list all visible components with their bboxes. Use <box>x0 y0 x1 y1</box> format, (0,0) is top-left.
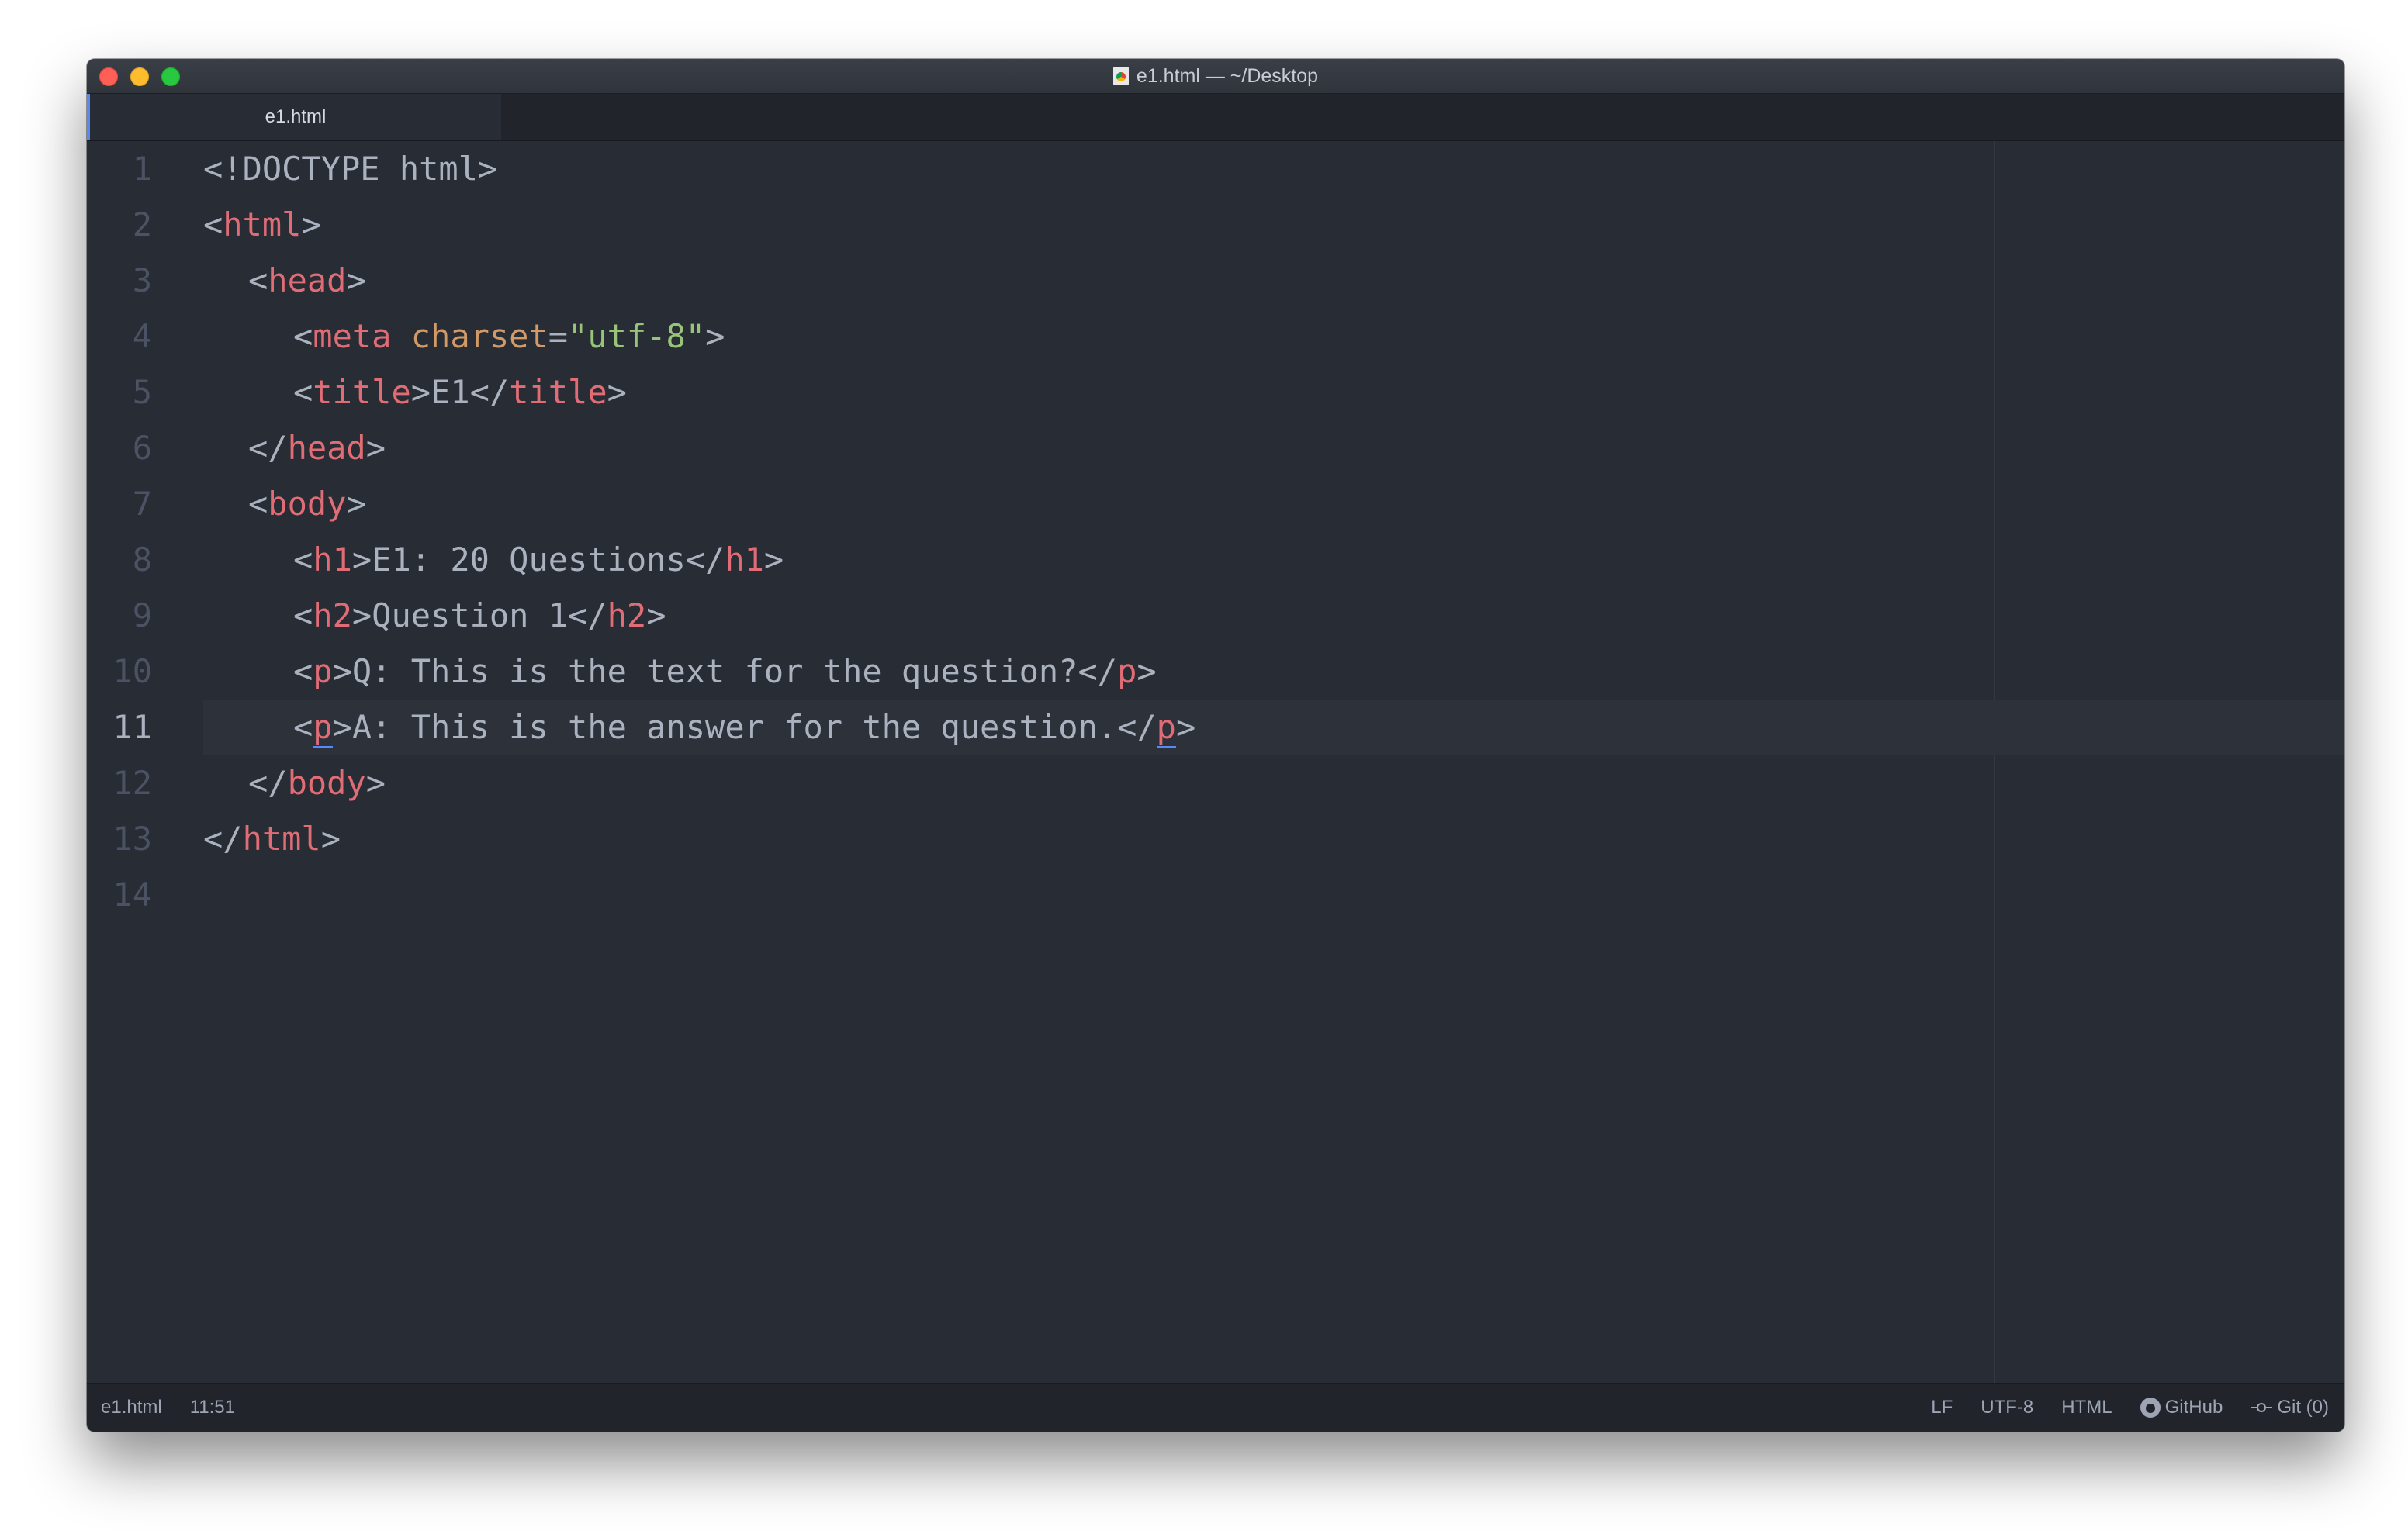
status-file-name[interactable]: e1.html <box>101 1397 162 1418</box>
line-number: 10 <box>112 652 152 690</box>
html-file-icon <box>1112 67 1129 85</box>
code-text: </body> <box>248 764 386 802</box>
code-line[interactable]: 2 <html> <box>87 197 2344 253</box>
code-line[interactable]: 1 <!DOCTYPE html> <box>87 141 2344 197</box>
code-text: <body> <box>248 485 366 523</box>
tab-label: e1.html <box>265 106 327 127</box>
line-number: 4 <box>132 317 152 355</box>
line-number: 11 <box>112 708 152 746</box>
window-title: e1.html — ~/Desktop <box>87 59 2344 93</box>
code-line[interactable]: 3 <head> <box>87 253 2344 309</box>
title-bar: e1.html — ~/Desktop <box>87 59 2344 94</box>
code-line[interactable]: 13 </html> <box>87 811 2344 867</box>
line-number: 14 <box>112 876 152 914</box>
code-text: <meta charset="utf-8"> <box>293 317 725 355</box>
tab-e1-html[interactable]: e1.html <box>87 94 501 140</box>
code-text: <p>A: This is the answer for the questio… <box>293 708 1196 748</box>
code-text: <head> <box>248 261 366 299</box>
editor-window: e1.html — ~/Desktop e1.html 1 <!DOCTYPE … <box>87 59 2344 1432</box>
code-line-current[interactable]: 11 <p>A: This is the answer for the ques… <box>112 700 2344 755</box>
code-text: <p>Q: This is the text for the question?… <box>293 652 1157 690</box>
code-line[interactable]: 9 <h2>Question 1</h2> <box>87 588 2344 644</box>
github-label: GitHub <box>2164 1397 2223 1418</box>
code-text: <title>E1</title> <box>293 373 627 411</box>
matching-tag-highlight: p <box>1156 708 1176 748</box>
git-button[interactable]: Git (0) <box>2251 1397 2329 1418</box>
git-label: Git (0) <box>2277 1397 2329 1418</box>
code-line[interactable]: 5 <title>E1</title> <box>87 364 2344 420</box>
line-number: 1 <box>132 150 152 188</box>
status-grammar[interactable]: HTML <box>2061 1397 2112 1418</box>
code-line[interactable]: 8 <h1>E1: 20 Questions</h1> <box>87 532 2344 588</box>
code-line[interactable]: 6 </head> <box>87 420 2344 476</box>
git-commit-icon <box>2251 1402 2273 1413</box>
window-title-text: e1.html — ~/Desktop <box>1136 64 1319 87</box>
line-number: 6 <box>132 429 152 467</box>
status-line-ending[interactable]: LF <box>1931 1397 1953 1418</box>
code-editor[interactable]: 1 <!DOCTYPE html> 2 <html> 3 <head> 4 <m… <box>87 141 2344 1384</box>
line-number: 2 <box>132 206 152 244</box>
code-text: <html> <box>203 206 321 244</box>
line-number: 3 <box>132 261 152 299</box>
code-text: </html> <box>203 820 341 858</box>
line-number: 9 <box>132 596 152 634</box>
code-line[interactable]: 12 </body> <box>87 755 2344 811</box>
matching-tag-highlight: p <box>313 708 333 748</box>
code-text: </head> <box>248 429 386 467</box>
line-number: 7 <box>132 485 152 523</box>
code-text: <h1>E1: 20 Questions</h1> <box>293 541 784 579</box>
line-number: 5 <box>132 373 152 411</box>
github-icon <box>2140 1398 2161 1418</box>
line-number: 13 <box>112 820 152 858</box>
status-bar: e1.html 11:51 LF UTF-8 HTML GitHub Git (… <box>87 1383 2344 1432</box>
status-cursor-position[interactable]: 11:51 <box>190 1397 235 1418</box>
code-text: <h2>Question 1</h2> <box>293 596 666 634</box>
line-number: 8 <box>132 541 152 579</box>
tab-bar: e1.html <box>87 94 2344 141</box>
line-number: 12 <box>112 764 152 802</box>
code-line[interactable]: 10 <p>Q: This is the text for the questi… <box>87 644 2344 700</box>
code-line[interactable]: 14 <box>87 867 2344 923</box>
code-line[interactable]: 4 <meta charset="utf-8"> <box>87 309 2344 364</box>
code-text: <!DOCTYPE html> <box>203 150 498 188</box>
code-line[interactable]: 7 <body> <box>87 476 2344 532</box>
status-encoding[interactable]: UTF-8 <box>1981 1397 2033 1418</box>
github-button[interactable]: GitHub <box>2140 1397 2223 1418</box>
